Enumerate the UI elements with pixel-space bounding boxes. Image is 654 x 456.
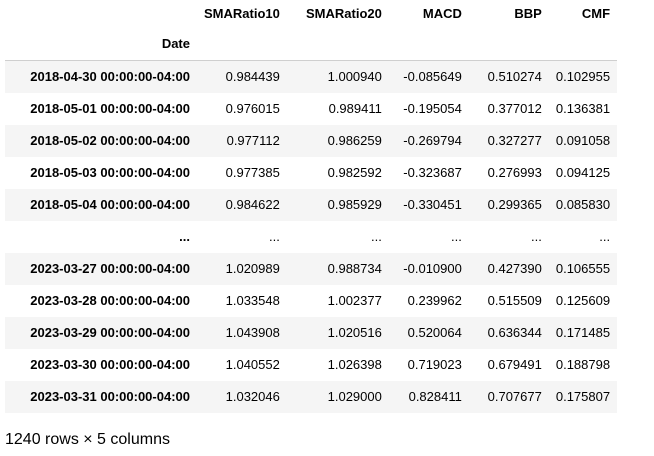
empty-header-cell bbox=[388, 28, 469, 61]
row-index: 2018-05-01 00:00:00-04:00 bbox=[30, 100, 190, 116]
cell-macd: -0.323687 bbox=[403, 164, 462, 180]
column-header-smaratio20: SMARatio20 bbox=[306, 6, 382, 21]
column-header-macd: MACD bbox=[422, 6, 462, 21]
cell-bbp: 0.707677 bbox=[487, 388, 542, 404]
column-header-smaratio10: SMARatio10 bbox=[204, 6, 280, 21]
cell-smaratio20: 1.020516 bbox=[327, 324, 382, 340]
cell-smaratio10: 1.032046 bbox=[225, 388, 280, 404]
table-header: SMARatio10 SMARatio20 MACD BBP CMF Date bbox=[5, 0, 618, 61]
cell-smaratio10: 1.033548 bbox=[225, 292, 280, 308]
table-row: 2023-03-27 00:00:00-04:00 1.020989 0.988… bbox=[5, 252, 618, 285]
row-index: ... bbox=[179, 228, 190, 244]
cell-macd: -0.330451 bbox=[403, 196, 462, 212]
cell-cmf: 0.171485 bbox=[555, 324, 611, 340]
cell-macd: -0.010900 bbox=[403, 260, 462, 276]
cell-smaratio10: 0.984439 bbox=[225, 68, 280, 84]
index-name-header: Date bbox=[5, 28, 197, 61]
cell-smaratio10: 1.040552 bbox=[225, 356, 280, 372]
cell-bbp: 0.636344 bbox=[487, 324, 542, 340]
table-row: 2023-03-29 00:00:00-04:00 1.043908 1.020… bbox=[5, 316, 618, 349]
empty-header-cell bbox=[197, 28, 287, 61]
cell-cmf: 0.102955 bbox=[555, 68, 611, 84]
row-index: 2023-03-28 00:00:00-04:00 bbox=[30, 292, 190, 308]
row-index: 2023-03-30 00:00:00-04:00 bbox=[30, 356, 190, 372]
cell-bbp: 0.510274 bbox=[487, 68, 542, 84]
cell-smaratio10: 1.020989 bbox=[225, 260, 280, 276]
cell-smaratio10: 1.043908 bbox=[225, 324, 280, 340]
row-index: 2018-05-04 00:00:00-04:00 bbox=[30, 196, 190, 212]
cell-bbp: ... bbox=[531, 228, 542, 244]
table-row: 2018-05-04 00:00:00-04:00 0.984622 0.985… bbox=[5, 188, 618, 221]
cell-bbp: 0.427390 bbox=[487, 260, 542, 276]
cell-smaratio10: ... bbox=[269, 228, 280, 244]
column-header-row: SMARatio10 SMARatio20 MACD BBP CMF bbox=[5, 0, 617, 28]
cell-cmf: 0.094125 bbox=[555, 164, 611, 180]
cell-cmf: 0.106555 bbox=[555, 260, 611, 276]
index-name-row: Date bbox=[5, 28, 618, 61]
cell-smaratio10: 0.977385 bbox=[225, 164, 280, 180]
cell-macd: 0.239962 bbox=[407, 292, 462, 308]
row-index: 2018-04-30 00:00:00-04:00 bbox=[30, 68, 190, 84]
row-index: 2023-03-31 00:00:00-04:00 bbox=[30, 388, 190, 404]
table-body: 2018-04-30 00:00:00-04:00 0.984439 1.000… bbox=[5, 60, 618, 413]
row-index: 2023-03-27 00:00:00-04:00 bbox=[30, 260, 190, 276]
dataframe-table: SMARatio10 SMARatio20 MACD BBP CMF Date … bbox=[5, 0, 618, 413]
table-row: 2023-03-31 00:00:00-04:00 1.032046 1.029… bbox=[5, 380, 618, 413]
index-corner-cell bbox=[5, 0, 197, 28]
cell-cmf: 0.175807 bbox=[555, 388, 611, 404]
cell-bbp: 0.299365 bbox=[487, 196, 542, 212]
cell-cmf: ... bbox=[599, 228, 611, 244]
cell-smaratio20: 1.029000 bbox=[327, 388, 382, 404]
cell-smaratio20: 1.026398 bbox=[327, 356, 382, 372]
cell-cmf: 0.091058 bbox=[555, 132, 611, 148]
table-row: 2018-04-30 00:00:00-04:00 0.984439 1.000… bbox=[5, 60, 618, 93]
cell-macd: -0.195054 bbox=[403, 100, 462, 116]
cell-smaratio20: ... bbox=[371, 228, 382, 244]
cell-bbp: 0.276993 bbox=[487, 164, 542, 180]
cell-smaratio20: 1.002377 bbox=[327, 292, 382, 308]
cell-smaratio20: 0.989411 bbox=[328, 100, 382, 116]
cell-macd: -0.269794 bbox=[403, 132, 462, 148]
row-index: 2018-05-03 00:00:00-04:00 bbox=[30, 164, 190, 180]
table-row: 2023-03-28 00:00:00-04:00 1.033548 1.002… bbox=[5, 284, 618, 317]
dataframe-shape-text: 1240 rows × 5 columns bbox=[5, 431, 170, 448]
cell-macd: 0.828411 bbox=[408, 388, 462, 404]
row-index: 2023-03-29 00:00:00-04:00 bbox=[30, 324, 190, 340]
cell-bbp: 0.327277 bbox=[487, 132, 542, 148]
cell-cmf: 0.085830 bbox=[555, 196, 611, 212]
cell-bbp: 0.515509 bbox=[487, 292, 542, 308]
ellipsis-row: ... ... ... ... ... ... bbox=[5, 220, 618, 253]
cell-smaratio20: 0.986259 bbox=[327, 132, 382, 148]
dataframe-output: SMARatio10 SMARatio20 MACD BBP CMF Date … bbox=[0, 0, 654, 456]
cell-bbp: 0.377012 bbox=[487, 100, 542, 116]
cell-smaratio20: 0.982592 bbox=[327, 164, 382, 180]
table-row: 2018-05-01 00:00:00-04:00 0.976015 0.989… bbox=[5, 92, 618, 125]
column-header-cmf: CMF bbox=[581, 6, 611, 21]
table-row: 2018-05-03 00:00:00-04:00 0.977385 0.982… bbox=[5, 156, 618, 189]
table-row: 2018-05-02 00:00:00-04:00 0.977112 0.986… bbox=[5, 124, 618, 157]
cell-macd: -0.085649 bbox=[403, 68, 462, 84]
row-index: 2018-05-02 00:00:00-04:00 bbox=[30, 132, 190, 148]
cell-macd: 0.520064 bbox=[407, 324, 462, 340]
cell-smaratio10: 0.977112 bbox=[226, 132, 280, 148]
cell-smaratio10: 0.976015 bbox=[225, 100, 280, 116]
column-header-bbp: BBP bbox=[514, 6, 542, 21]
cell-smaratio20: 0.985929 bbox=[327, 196, 382, 212]
table-row: 2023-03-30 00:00:00-04:00 1.040552 1.026… bbox=[5, 348, 618, 381]
cell-cmf: 0.188798 bbox=[555, 356, 611, 372]
cell-smaratio10: 0.984622 bbox=[225, 196, 280, 212]
cell-macd: 0.719023 bbox=[407, 356, 462, 372]
empty-header-cell bbox=[286, 28, 389, 61]
empty-header-cell bbox=[548, 28, 618, 61]
cell-smaratio20: 0.988734 bbox=[327, 260, 382, 276]
cell-cmf: 0.136381 bbox=[555, 100, 611, 116]
cell-cmf: 0.125609 bbox=[555, 292, 611, 308]
cell-macd: ... bbox=[451, 228, 462, 244]
cell-bbp: 0.679491 bbox=[487, 356, 542, 372]
cell-smaratio20: 1.000940 bbox=[327, 68, 382, 84]
empty-header-cell bbox=[468, 28, 549, 61]
